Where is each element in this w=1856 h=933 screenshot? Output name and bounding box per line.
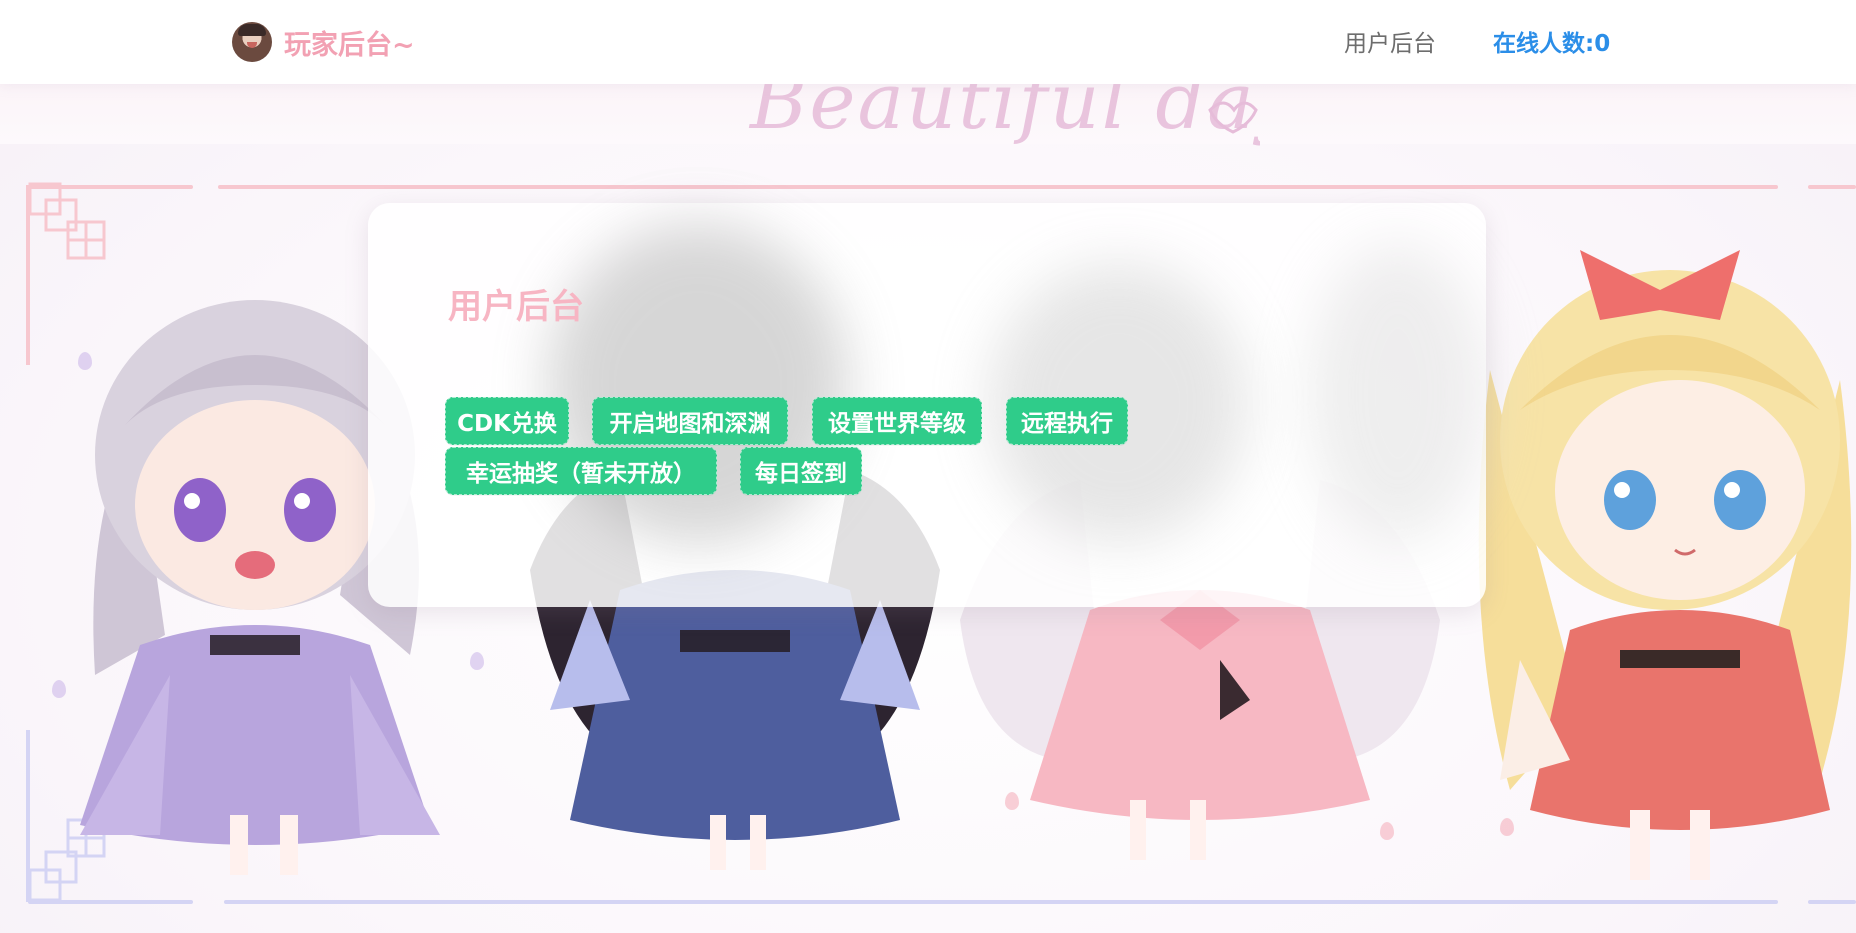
online-count-label: 在线人数:0 (1493, 31, 1611, 57)
panel-blur-blob (548, 223, 848, 543)
panel-blur-blob (1308, 243, 1488, 543)
chibi-character-blonde (1478, 250, 1852, 880)
avatar-icon (232, 22, 272, 62)
top-navigation-bar: 玩家后台~ 用户后台 在线人数:0 (0, 0, 1856, 84)
daily-checkin-button[interactable]: 每日签到 (740, 447, 862, 495)
cdk-redeem-button[interactable]: CDK兑换 (445, 397, 569, 445)
lucky-draw-button[interactable]: 幸运抽奖（暂未开放） (445, 447, 717, 495)
open-map-abyss-button[interactable]: 开启地图和深渊 (592, 397, 788, 445)
remote-execute-button[interactable]: 远程执行 (1006, 397, 1128, 445)
nav-link-user-backend[interactable]: 用户后台 (1344, 24, 1436, 58)
frame-line (1808, 900, 1856, 904)
frame-line (218, 185, 1778, 189)
set-world-level-button[interactable]: 设置世界等级 (812, 397, 982, 445)
panel-title: 用户后台 (448, 287, 584, 327)
frame-line (224, 900, 1778, 904)
frame-line (1808, 185, 1856, 189)
brand[interactable]: 玩家后台~ (232, 22, 415, 62)
user-backend-panel: 用户后台 CDK兑换 开启地图和深渊 设置世界等级 远程执行 幸运抽奖（暂未开放… (368, 203, 1488, 607)
brand-title: 玩家后台~ (284, 29, 415, 61)
